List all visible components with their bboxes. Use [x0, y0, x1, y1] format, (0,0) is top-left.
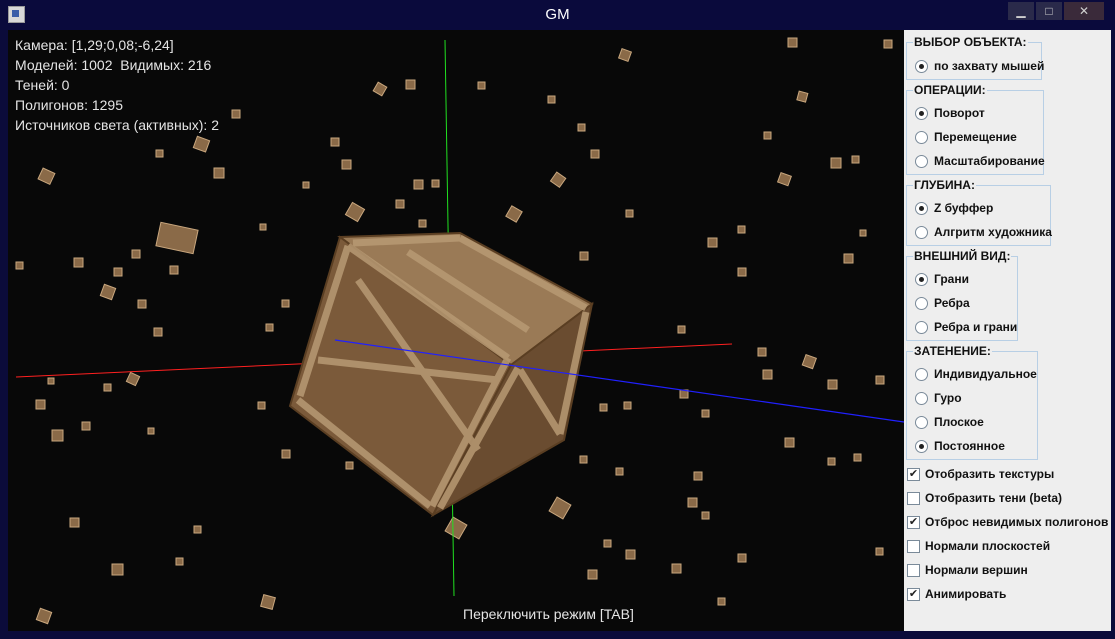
radio-painters-algorithm[interactable]: Алгритм художника: [915, 223, 1052, 241]
radio-indicator[interactable]: [915, 130, 928, 144]
checkbox-label: Нормали плоскостей: [925, 539, 1051, 553]
hud-polygons: Полигонов: 1295: [15, 97, 123, 113]
main-crate[interactable]: [288, 231, 594, 518]
checkbox-box[interactable]: [907, 491, 920, 505]
radio-label: Перемещение: [934, 130, 1017, 144]
radio-indicator[interactable]: [915, 320, 928, 334]
radio-indicator[interactable]: [915, 201, 928, 215]
checkbox-vertex-normals[interactable]: Нормали вершин: [907, 561, 1028, 579]
radio-mouse-grab[interactable]: по захвату мышей: [915, 57, 1044, 75]
selection-group: ВЫБОР ОБЪЕКТА: по захвату мышей: [906, 35, 1044, 80]
radio-zbuffer[interactable]: Z буффер: [915, 199, 993, 217]
radio-move[interactable]: Перемещение: [915, 128, 1017, 146]
checkbox-label: Нормали вершин: [925, 563, 1028, 577]
checkbox-face-normals[interactable]: Нормали плоскостей: [907, 537, 1050, 555]
mode-switch-hint: Переключить режим [TAB]: [463, 606, 634, 622]
radio-indicator[interactable]: [915, 439, 928, 453]
maximize-button[interactable]: □: [1036, 2, 1062, 20]
checkbox-label: Отобразить тени (beta): [925, 491, 1063, 505]
radio-rotate[interactable]: Поворот: [915, 104, 985, 122]
checkbox-show-shadows[interactable]: Отобразить тени (beta): [907, 489, 1062, 507]
hud-shadows: Теней: 0: [15, 77, 70, 93]
checkbox-box[interactable]: [907, 539, 920, 553]
radio-indicator[interactable]: [915, 59, 928, 73]
checkbox-box[interactable]: ✔: [907, 467, 920, 481]
checkbox-box[interactable]: ✔: [907, 515, 920, 529]
hud-lights: Источников света (активных): 2: [15, 117, 219, 133]
radio-constant[interactable]: Постоянное: [915, 437, 1005, 455]
checkbox-box[interactable]: [907, 563, 920, 577]
radio-label: Постоянное: [934, 439, 1005, 453]
radio-label: Гуро: [934, 391, 962, 405]
checkbox-show-textures[interactable]: ✔ Отобразить текстуры: [907, 465, 1054, 483]
radio-faces[interactable]: Грани: [915, 270, 969, 288]
radio-label: Плоское: [934, 415, 984, 429]
radio-label: по захвату мышей: [934, 59, 1045, 73]
operations-group-title: ОПЕРАЦИИ:: [913, 83, 987, 97]
checkbox-label: Отобразить текстуры: [925, 467, 1055, 481]
appearance-group: ВНЕШНИЙ ВИД: Грани Ребра Ребра и грани: [906, 249, 1018, 341]
title-bar[interactable]: GM ▁ □ ✕: [0, 0, 1115, 30]
selection-group-title: ВЫБОР ОБЪЕКТА:: [913, 35, 1028, 49]
radio-edges[interactable]: Ребра: [915, 294, 970, 312]
radio-edges-and-faces[interactable]: Ребра и грани: [915, 318, 1017, 336]
radio-label: Индивидуальное: [934, 367, 1037, 381]
radio-indicator[interactable]: [915, 272, 928, 286]
radio-individual[interactable]: Индивидуальное: [915, 365, 1037, 383]
checkbox-label: Отброс невидимых полигонов: [925, 515, 1109, 529]
radio-indicator[interactable]: [915, 391, 928, 405]
radio-scale[interactable]: Масштабирование: [915, 152, 1045, 170]
radio-indicator[interactable]: [915, 367, 928, 381]
depth-group-title: ГЛУБИНА:: [913, 178, 976, 192]
minimize-button[interactable]: ▁: [1008, 2, 1034, 20]
hud-camera: Камера: [1,29;0,08;-6,24]: [15, 37, 174, 53]
app-window: GM ▁ □ ✕ Камера: [1,29;0,08;-6,24] Модел…: [0, 0, 1115, 639]
shading-group: ЗАТЕНЕНИЕ: Индивидуальное Гуро Плоское П…: [906, 344, 1038, 460]
checkbox-box[interactable]: ✔: [907, 587, 920, 601]
radio-indicator[interactable]: [915, 296, 928, 310]
radio-indicator[interactable]: [915, 415, 928, 429]
close-button[interactable]: ✕: [1064, 2, 1104, 20]
radio-label: Z буффер: [934, 201, 994, 215]
checkbox-backface-culling[interactable]: ✔ Отброс невидимых полигонов: [907, 513, 1108, 531]
checkbox-label: Анимировать: [925, 587, 1007, 601]
window-title: GM: [545, 6, 570, 23]
depth-group: ГЛУБИНА: Z буффер Алгритм художника: [906, 178, 1052, 246]
radio-indicator[interactable]: [915, 154, 928, 168]
radio-gouraud[interactable]: Гуро: [915, 389, 962, 407]
radio-indicator[interactable]: [915, 106, 928, 120]
radio-label: Масштабирование: [934, 154, 1045, 168]
shading-group-title: ЗАТЕНЕНИЕ:: [913, 344, 992, 358]
appearance-group-title: ВНЕШНИЙ ВИД:: [913, 249, 1012, 263]
operations-group: ОПЕРАЦИИ: Поворот Перемещение Масштабиро…: [906, 83, 1045, 175]
radio-label: Ребра: [934, 296, 970, 310]
radio-label: Алгритм художника: [934, 225, 1052, 239]
radio-indicator[interactable]: [915, 225, 928, 239]
hud-models: Моделей: 1002 Видимых: 216: [15, 57, 212, 73]
3d-viewport[interactable]: Камера: [1,29;0,08;-6,24] Моделей: 1002 …: [8, 30, 904, 631]
radio-label: Поворот: [934, 106, 985, 120]
radio-flat[interactable]: Плоское: [915, 413, 984, 431]
checkbox-animate[interactable]: ✔ Анимировать: [907, 585, 1006, 603]
radio-label: Грани: [934, 272, 969, 286]
control-panel: ВЫБОР ОБЪЕКТА: по захвату мышей ОПЕРАЦИИ…: [904, 30, 1111, 631]
radio-label: Ребра и грани: [934, 320, 1018, 334]
